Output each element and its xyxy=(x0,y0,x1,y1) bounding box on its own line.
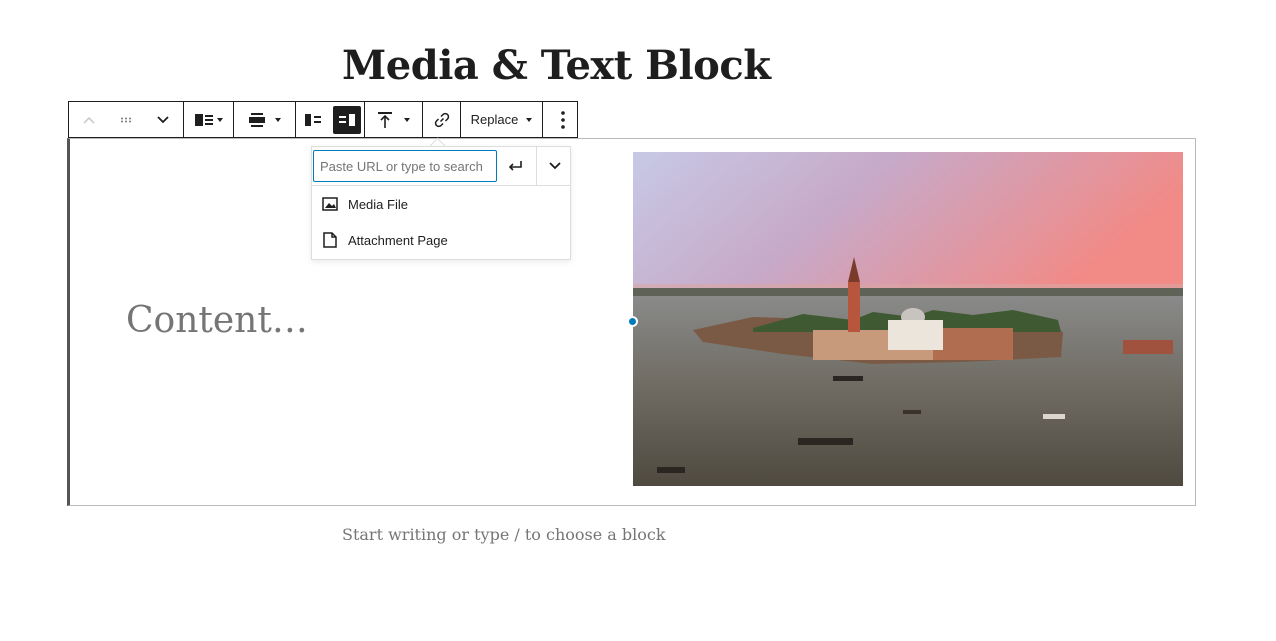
image-icon xyxy=(320,197,340,211)
replace-label: Replace xyxy=(470,112,519,127)
popover-divider xyxy=(312,185,570,186)
move-up-button[interactable] xyxy=(69,102,109,137)
link-button[interactable] xyxy=(423,102,460,137)
replace-group: Replace xyxy=(461,102,543,137)
media-left-button[interactable] xyxy=(296,102,330,137)
alignment-group xyxy=(234,102,296,137)
suggestion-media-file[interactable]: Media File xyxy=(312,187,570,221)
vertical-align-group xyxy=(365,102,423,137)
suggestion-attachment-page[interactable]: Attachment Page xyxy=(312,223,570,257)
media-right-button[interactable] xyxy=(330,102,364,137)
drag-icon xyxy=(121,117,131,122)
default-block-appender[interactable]: Start writing or type / to choose a bloc… xyxy=(342,525,666,544)
caret-down-icon xyxy=(403,117,410,122)
caret-down-icon xyxy=(274,117,281,122)
chevron-up-icon xyxy=(83,116,95,124)
align-top-icon xyxy=(377,111,392,128)
suggestion-label: Media File xyxy=(348,196,408,212)
chevron-down-icon xyxy=(157,115,169,123)
pull-left-icon xyxy=(305,113,321,126)
replace-button[interactable]: Replace xyxy=(461,102,542,137)
media-position-group xyxy=(296,102,365,137)
link-popover: Media File Attachment Page xyxy=(311,146,571,260)
chevron-down-icon xyxy=(548,162,561,170)
active-indicator xyxy=(333,105,361,134)
enter-icon xyxy=(508,161,522,171)
more-options-button[interactable] xyxy=(543,102,583,137)
url-input[interactable] xyxy=(313,150,497,182)
caret-down-icon xyxy=(216,117,223,122)
content-placeholder[interactable]: Content… xyxy=(126,300,308,341)
media-text-icon xyxy=(194,113,213,126)
mover-group xyxy=(69,102,184,137)
suggestion-label: Attachment Page xyxy=(348,232,448,248)
drag-handle[interactable] xyxy=(109,102,143,137)
align-button[interactable] xyxy=(234,102,295,137)
submit-link-button[interactable] xyxy=(500,151,530,181)
link-group xyxy=(423,102,461,137)
block-toolbar: Replace xyxy=(68,101,578,138)
page-icon xyxy=(320,232,340,248)
media-image[interactable] xyxy=(633,152,1183,486)
island-photo xyxy=(633,152,1183,486)
pull-right-icon xyxy=(339,113,355,126)
link-icon xyxy=(434,112,449,127)
more-group xyxy=(543,102,583,137)
block-type-group xyxy=(184,102,234,137)
more-vertical-icon xyxy=(561,110,565,129)
block-switcher-button[interactable] xyxy=(184,102,233,137)
move-down-button[interactable] xyxy=(143,102,183,137)
vertical-align-button[interactable] xyxy=(365,102,422,137)
page-title: Media & Text Block xyxy=(342,42,771,89)
caret-down-icon xyxy=(526,117,533,122)
align-wide-icon xyxy=(248,112,265,127)
link-settings-toggle[interactable] xyxy=(536,147,572,185)
resize-handle[interactable] xyxy=(627,316,638,327)
